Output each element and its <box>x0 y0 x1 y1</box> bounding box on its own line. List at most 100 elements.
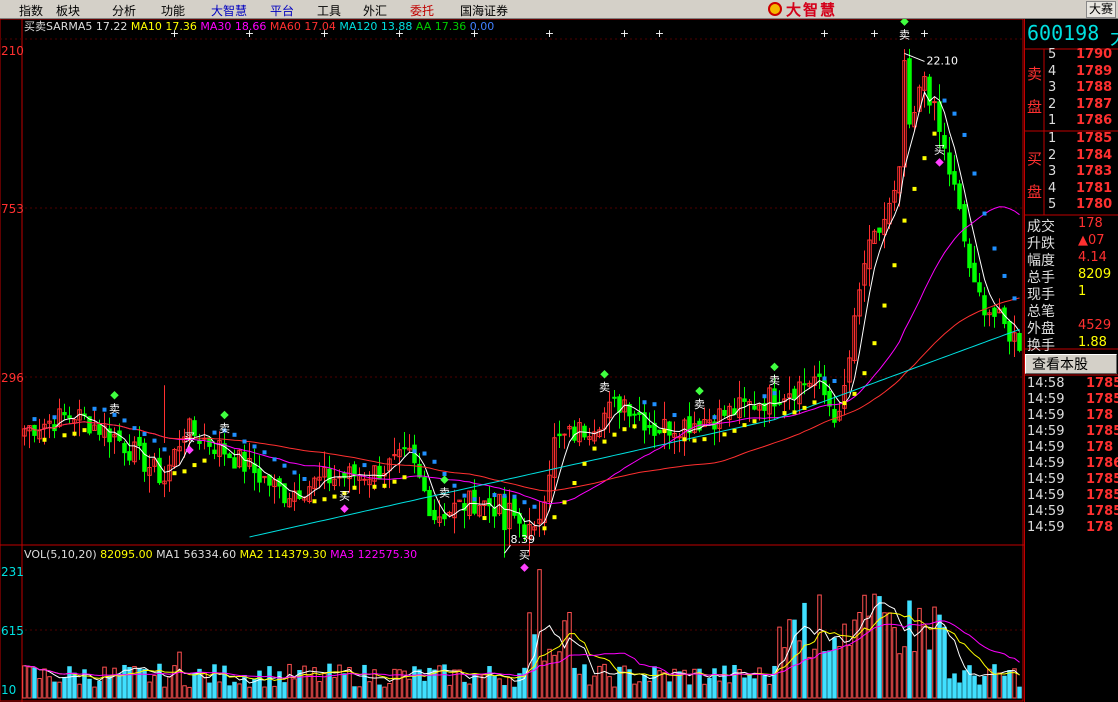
candle-body <box>632 413 637 416</box>
menu-item-sector[interactable]: 板块 <box>56 2 80 19</box>
sar-dot-60 <box>322 497 327 502</box>
candle-57 <box>307 480 312 504</box>
volume-bar-156 <box>802 602 807 699</box>
volume-bar-42 <box>232 681 237 699</box>
volume-bar-3 <box>37 678 42 699</box>
sar-dot-122 <box>632 424 637 429</box>
volume-bar-110 <box>572 667 577 699</box>
candle-125 <box>647 412 652 435</box>
sar-dot-126 <box>652 402 657 407</box>
menu-item-analysis[interactable]: 分析 <box>112 2 136 19</box>
candle-80 <box>422 470 427 493</box>
candle-123 <box>637 396 642 421</box>
volume-bar-161 <box>827 650 832 699</box>
menu-item-broker[interactable]: 国海证券 <box>460 2 508 19</box>
candle-body <box>212 449 217 455</box>
candle-22 <box>132 436 137 465</box>
volume-bar-1 <box>27 666 32 699</box>
candles <box>22 48 1022 558</box>
sar-dot-16 <box>102 407 107 412</box>
candle-body <box>242 451 247 472</box>
menu-item-forex[interactable]: 外汇 <box>363 2 387 19</box>
candle-120 <box>622 395 627 421</box>
sar-dot-90 <box>472 497 477 502</box>
candle-body <box>817 373 822 377</box>
sar-dot-88 <box>462 493 467 498</box>
candle-171 <box>877 227 882 241</box>
buy-price-4: 1781 <box>1076 180 1113 196</box>
candle-body <box>137 436 142 447</box>
candle-body <box>472 489 477 514</box>
volume-bar-71 <box>377 684 382 699</box>
sar-dot-76 <box>402 475 407 480</box>
volume-bar-77 <box>407 678 412 699</box>
sar-dot-48 <box>262 450 267 455</box>
tick-price-6: 1785 <box>1086 472 1118 487</box>
candle-186 <box>952 155 957 191</box>
candle-body <box>127 451 132 461</box>
volume-bar-41 <box>227 685 232 699</box>
stat-value-2: 4.14 <box>1078 250 1107 265</box>
candle-body <box>492 507 497 517</box>
view-stock-button[interactable]: 查看本股 <box>1025 354 1117 374</box>
menu-item-dazhihui[interactable]: 大智慧 <box>211 2 247 19</box>
volume-bar-191 <box>977 684 982 699</box>
candle-body <box>832 408 837 423</box>
candle-65 <box>347 462 352 493</box>
candle-body <box>952 171 957 185</box>
candle-88 <box>462 498 467 529</box>
sell-level-4: 4 <box>1048 63 1057 79</box>
sar-dot-146 <box>752 419 757 424</box>
candle-187 <box>957 179 962 211</box>
tick-price-4: 178 <box>1086 440 1114 455</box>
volume-bar-145 <box>747 674 752 699</box>
menu-item-entrust[interactable]: 委托 <box>410 2 434 19</box>
candle-31 <box>177 430 182 465</box>
candle-46 <box>252 448 257 491</box>
top-signal-0: + <box>170 27 179 40</box>
kline-chart[interactable]: 210 753 296 231 615 10 买卖SARMA5 17.22 MA10 17.… <box>0 19 1024 702</box>
menu-item-index[interactable]: 指数 <box>19 2 43 19</box>
candle-body <box>1007 320 1012 342</box>
volume-bar-45 <box>247 686 252 699</box>
candle-body <box>557 433 562 437</box>
volume-bar-112 <box>582 664 587 699</box>
volume-bar-72 <box>382 686 387 699</box>
buy-marker-1: 买 <box>184 431 195 444</box>
candle-168 <box>862 250 867 302</box>
candle-body <box>937 101 942 132</box>
volume-bar-122 <box>632 683 637 699</box>
candle-158 <box>812 365 817 399</box>
volume-bar-137 <box>707 677 712 699</box>
volume-bar-7 <box>57 681 62 699</box>
candle-117 <box>607 391 612 433</box>
volume-bar-144 <box>742 677 747 699</box>
menu-item-function[interactable]: 功能 <box>161 2 185 19</box>
menu-item-tools[interactable]: 工具 <box>317 2 341 19</box>
sar-dot-12 <box>82 428 87 433</box>
sar-dot-130 <box>672 413 677 418</box>
sell-diamond-2 <box>220 410 229 420</box>
candle-body <box>657 429 662 434</box>
candle-body <box>512 498 517 516</box>
sar-dot-2 <box>32 417 37 422</box>
contest-button[interactable]: 大赛 <box>1085 1 1116 18</box>
buy-level-5: 5 <box>1048 197 1057 212</box>
sar-dot-186 <box>952 111 957 116</box>
stat-value-7: 1.88 <box>1078 335 1107 350</box>
tick-time-3: 14:59 <box>1027 424 1065 439</box>
sar-dot-14 <box>92 406 97 411</box>
volume-bar-57 <box>307 674 312 699</box>
tick-price-7: 1785 <box>1086 488 1118 503</box>
menu-item-platform[interactable]: 平台 <box>270 2 294 19</box>
candle-53 <box>287 492 292 508</box>
sar-dot-182 <box>932 131 937 136</box>
volume-bar-69 <box>367 681 372 699</box>
volume-bar-163 <box>837 645 842 699</box>
sar-dot-52 <box>282 463 287 468</box>
candle-3 <box>37 418 42 444</box>
candle-81 <box>427 486 432 517</box>
sell-level-2: 2 <box>1048 96 1057 112</box>
sar-dot-154 <box>792 410 797 415</box>
candle-body <box>722 409 727 416</box>
